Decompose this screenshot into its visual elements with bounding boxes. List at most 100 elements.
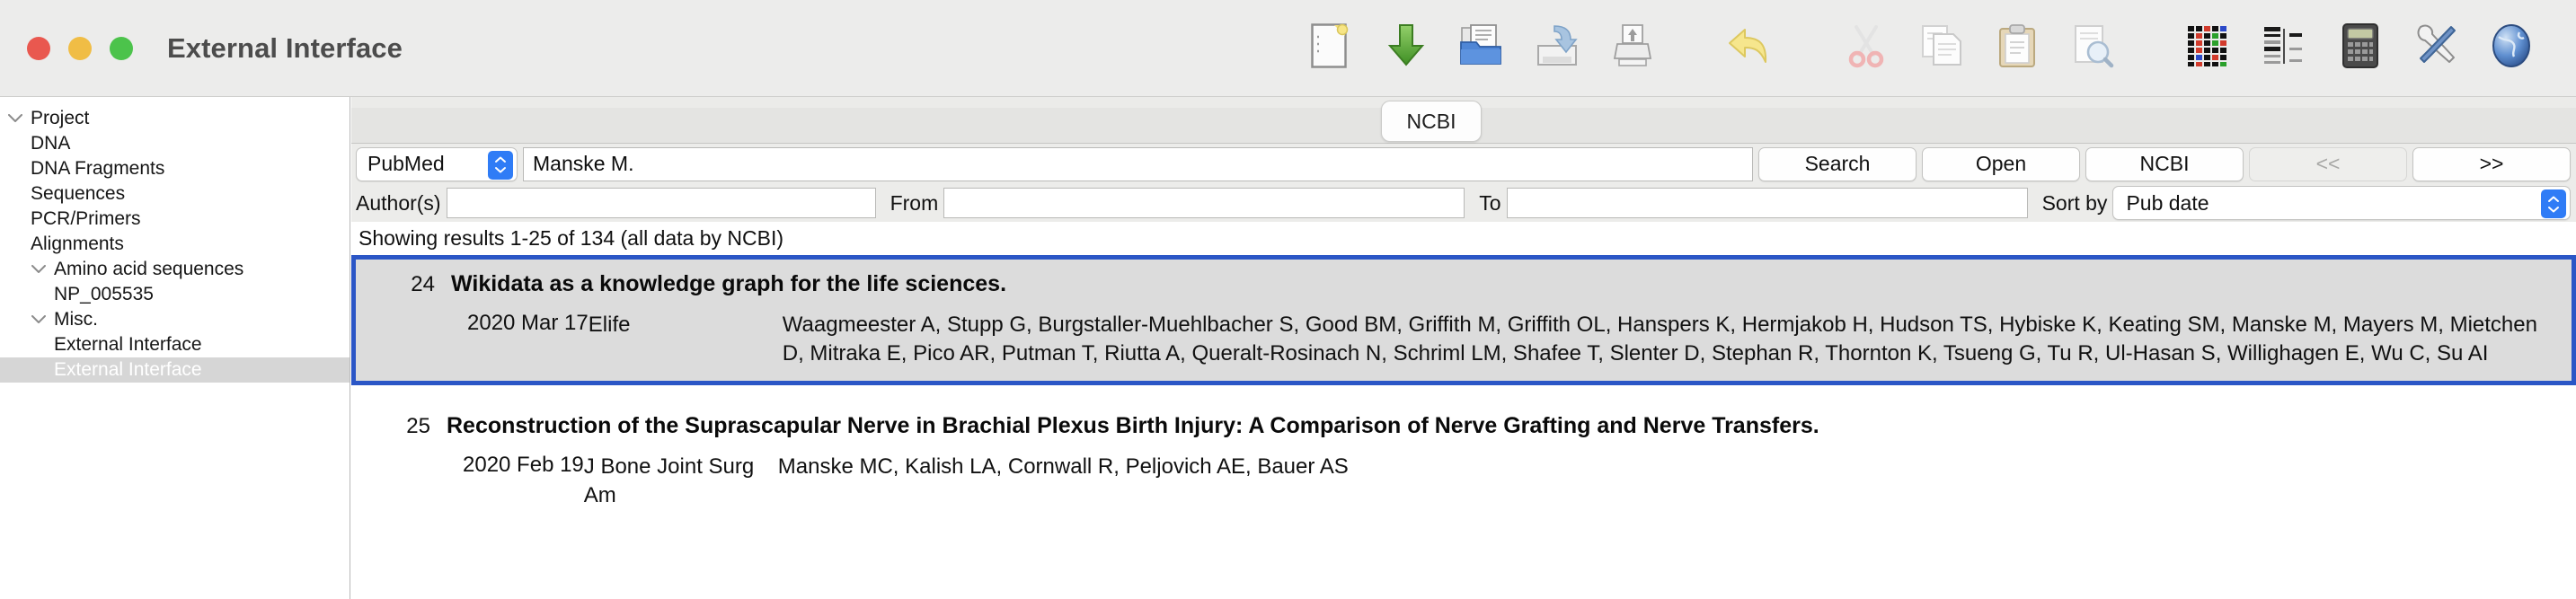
search-input-value: Manske M. — [533, 152, 634, 175]
print-button[interactable] — [1595, 11, 1670, 86]
new-document-icon — [1310, 22, 1351, 74]
sequence-grid-button[interactable] — [2172, 11, 2247, 86]
search-button-label: Search — [1804, 152, 1871, 175]
sidebar-item-amino-acid-sequences[interactable]: Amino acid sequences — [0, 257, 350, 282]
open-button-label: Open — [1975, 152, 2027, 175]
globe-button[interactable] — [2474, 11, 2549, 86]
results-status: Showing results 1-25 of 134 (all data by… — [351, 222, 2576, 255]
result-title[interactable]: Wikidata as a knowledge graph for the li… — [451, 270, 1006, 298]
ncbi-button-label: NCBI — [2139, 152, 2190, 175]
new-document-button[interactable] — [1293, 11, 1368, 86]
database-select-value: PubMed — [367, 152, 445, 175]
tab-ncbi-label: NCBI — [1406, 109, 1456, 133]
result-number: 25 — [406, 413, 430, 438]
from-input[interactable] — [943, 188, 1465, 218]
sidebar-item-label: DNA — [31, 133, 71, 154]
paste-button[interactable] — [1979, 11, 2055, 86]
to-label: To — [1479, 190, 1501, 215]
sort-by-group: Sort by Pub date — [2042, 186, 2576, 220]
save-icon — [1535, 22, 1580, 74]
sidebar-item-sequences[interactable]: Sequences — [0, 181, 350, 207]
prev-page-button[interactable]: << — [2249, 146, 2407, 181]
to-input[interactable] — [1506, 188, 2028, 218]
result-title[interactable]: Reconstruction of the Suprascapular Nerv… — [447, 412, 1819, 440]
open-folder-button[interactable] — [1444, 11, 1519, 86]
tools-icon — [2413, 22, 2458, 74]
open-button[interactable]: Open — [1922, 146, 2080, 181]
filter-row: Author(s) From To Sort by Pub date — [351, 184, 2576, 222]
download-button[interactable] — [1368, 11, 1444, 86]
results-status-text: Showing results 1-25 of 134 (all data by… — [359, 226, 784, 250]
result-journal: J Bone Joint Surg Am — [583, 454, 755, 507]
sidebar-item-label: Project — [31, 108, 90, 128]
sidebar-item-misc[interactable]: Misc. — [0, 307, 350, 332]
cut-scissors-icon — [1846, 22, 1887, 74]
sidebar-item-np-005535[interactable]: NP_005535 — [0, 282, 350, 307]
chevron-down-icon[interactable] — [23, 315, 54, 324]
result-separator — [351, 385, 2576, 401]
database-select-stepper[interactable] — [488, 150, 513, 180]
result-authors: Manske MC, Kalish LA, Cornwall R, Peljov… — [777, 454, 1349, 479]
search-input[interactable]: Manske M. — [523, 146, 1753, 181]
sidebar-item-external-interface-selected[interactable]: External Interface — [0, 357, 350, 383]
project-tree-sidebar[interactable]: Project DNA DNA Fragments Sequences PCR/… — [0, 97, 350, 599]
undo-button[interactable] — [1712, 11, 1787, 86]
window-controls — [27, 36, 133, 60]
sort-by-select[interactable]: Pub date — [2112, 186, 2571, 220]
chevron-down-icon[interactable] — [23, 265, 54, 274]
open-folder-icon — [1458, 22, 1505, 74]
close-window-button[interactable] — [27, 36, 50, 60]
ncbi-button[interactable]: NCBI — [2085, 146, 2244, 181]
sidebar-item-label: DNA Fragments — [31, 158, 165, 179]
zoom-window-button[interactable] — [110, 36, 133, 60]
sidebar-item-label: Alignments — [31, 233, 124, 254]
cut-button[interactable] — [1828, 11, 1904, 86]
search-button[interactable]: Search — [1758, 146, 1917, 181]
globe-icon — [2490, 22, 2533, 74]
results-list[interactable]: 24 Wikidata as a knowledge graph for the… — [351, 255, 2576, 599]
from-label: From — [890, 190, 939, 215]
sort-by-label: Sort by — [2041, 190, 2108, 215]
paste-clipboard-icon — [1996, 22, 2038, 74]
search-row: PubMed Manske M. Search Open NCBI << >> — [351, 144, 2576, 184]
calculator-button[interactable] — [2323, 11, 2398, 86]
save-button[interactable] — [1519, 11, 1595, 86]
next-page-button[interactable]: >> — [2412, 146, 2571, 181]
download-icon — [1385, 22, 1428, 74]
app-window: External Interface Project DNA DNA Fragm… — [0, 0, 2576, 599]
chevron-down-icon[interactable] — [0, 114, 31, 123]
sidebar-item-project[interactable]: Project — [0, 106, 350, 131]
sidebar-item-label: NP_005535 — [54, 284, 154, 304]
result-date: 2020 Mar 17 — [467, 311, 589, 336]
sidebar-item-pcr-primers[interactable]: PCR/Primers — [0, 207, 350, 232]
next-page-button-label: >> — [2479, 152, 2504, 175]
sidebar-item-external-interface[interactable]: External Interface — [0, 332, 350, 357]
window-title: External Interface — [167, 31, 403, 64]
result-title-line: 25 Reconstruction of the Suprascapular N… — [351, 401, 2576, 440]
sidebar-item-alignments[interactable]: Alignments — [0, 232, 350, 257]
find-document-icon — [2070, 22, 2115, 74]
minimize-window-button[interactable] — [68, 36, 92, 60]
gel-lanes-button[interactable] — [2247, 11, 2323, 86]
copy-button[interactable] — [1904, 11, 1979, 86]
sidebar-item-dna-fragments[interactable]: DNA Fragments — [0, 156, 350, 181]
result-meta: 2020 Mar 17 Elife Waagmeester A, Stupp G… — [356, 298, 2572, 380]
result-row-24[interactable]: 24 Wikidata as a knowledge graph for the… — [351, 255, 2576, 385]
result-row-25[interactable]: 25 Reconstruction of the Suprascapular N… — [351, 401, 2576, 523]
undo-icon — [1726, 22, 1773, 74]
find-button[interactable] — [2055, 11, 2130, 86]
authors-input[interactable] — [446, 188, 876, 218]
toolbar — [1293, 0, 2576, 97]
sequence-grid-icon — [2186, 24, 2233, 72]
sort-by-stepper[interactable] — [2541, 189, 2566, 218]
print-icon — [1610, 22, 1655, 74]
tools-button[interactable] — [2398, 11, 2474, 86]
database-select[interactable]: PubMed — [356, 146, 518, 181]
tab-ncbi[interactable]: NCBI — [1381, 101, 1482, 142]
sidebar-item-label: Misc. — [54, 309, 98, 330]
sidebar-item-label: Amino acid sequences — [54, 259, 244, 279]
calculator-icon — [2341, 22, 2379, 74]
result-authors: Waagmeester A, Stupp G, Burgstaller-Mueh… — [782, 313, 2537, 366]
tab-strip: NCBI — [351, 97, 2576, 144]
sidebar-item-dna[interactable]: DNA — [0, 131, 350, 156]
